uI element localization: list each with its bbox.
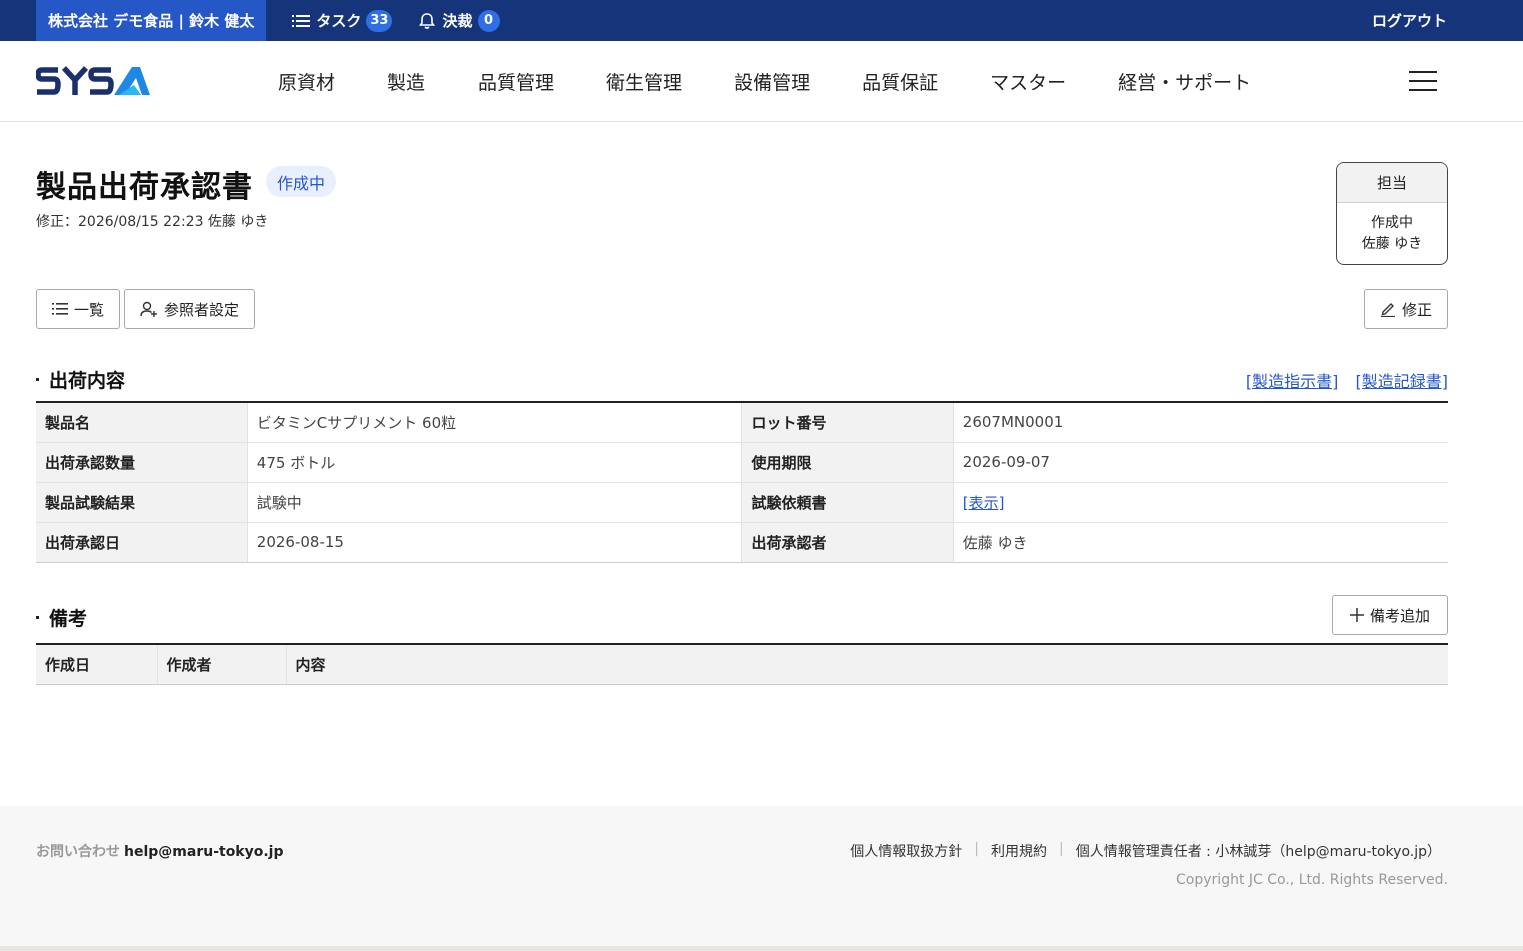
shipping-section-title: 出荷内容 (36, 366, 125, 393)
hamburger-menu-icon[interactable] (1409, 71, 1437, 91)
assignee-name: 佐藤 ゆき (1361, 236, 1423, 252)
contact-label: お問い合わせ (36, 844, 120, 860)
list-button[interactable]: 一覧 (36, 289, 120, 329)
modified-info: 修正：2026/08/15 22:23 佐藤 ゆき (36, 214, 269, 230)
assignee-header: 担当 (1337, 163, 1447, 203)
assignee-box: 担当 作成中 佐藤 ゆき (1336, 162, 1448, 265)
copyright: Copyright JC Co., Ltd. Rights Reserved. (1176, 872, 1448, 888)
privacy-policy-link[interactable]: 個人情報取扱方針 (850, 841, 962, 861)
pencil-icon (1380, 303, 1395, 317)
tasks-count-badge: 33 (366, 9, 393, 32)
col-author: 作成者 (157, 644, 287, 685)
main-nav: 原資材 製造 品質管理 衛生管理 設備管理 品質保証 マスター 経営・サポート (278, 68, 1251, 95)
lot-number-value: 2607MN0001 (953, 402, 1448, 443)
test-request-label: 試験依頼書 (741, 482, 954, 523)
edit-button[interactable]: 修正 (1364, 289, 1448, 329)
top-bar: 株式会社 デモ食品 | 鈴木 健太 タスク 33 決裁 0 ログアウト (0, 0, 1523, 41)
approver-label: 出荷承認者 (741, 522, 954, 563)
table-row: 製品試験結果 試験中 試験依頼書 [表示] (36, 482, 1448, 523)
approved-quantity-value: 475 ボトル (247, 442, 743, 483)
divider: | (1059, 841, 1064, 857)
approval-date-label: 出荷承認日 (36, 522, 248, 563)
plus-icon (1349, 608, 1364, 622)
product-name-label: 製品名 (36, 402, 248, 443)
footer-links: 個人情報取扱方針 | 利用規約 | 個人情報管理責任者 : 小林誠芽（help@… (850, 841, 1441, 861)
col-content: 内容 (286, 644, 1448, 685)
approved-quantity-label: 出荷承認数量 (36, 442, 248, 483)
viewers-settings-label: 参照者設定 (163, 300, 239, 319)
tasks-label: タスク (316, 12, 362, 30)
list-button-label: 一覧 (73, 300, 104, 319)
table-row: 出荷承認日 2026-08-15 出荷承認者 佐藤 ゆき (36, 522, 1448, 563)
table-header-row: 作成日 作成者 内容 (36, 644, 1448, 685)
table-row: 出荷承認数量 475 ボトル 使用期限 2026-09-07 (36, 442, 1448, 483)
remarks-section-title: 備考 (36, 604, 87, 631)
page-title: 製品出荷承認書 (36, 170, 253, 205)
nav-master[interactable]: マスター (990, 68, 1066, 95)
list-icon (292, 14, 311, 27)
manufacturing-record-link[interactable]: [製造記録書] (1356, 372, 1449, 391)
status-badge: 作成中 (266, 166, 337, 197)
privacy-manager-info: 個人情報管理責任者 : 小林誠芽（help@maru-tokyo.jp） (1075, 844, 1441, 860)
bullet-icon (36, 378, 39, 381)
logout-link[interactable]: ログアウト (1372, 0, 1447, 41)
approver-value: 佐藤 ゆき (953, 522, 1448, 563)
table-row: 製品名 ビタミンCサプリメント 60粒 ロット番号 2607MN0001 (36, 402, 1448, 443)
list-icon (51, 303, 68, 315)
terms-link[interactable]: 利用規約 (991, 841, 1047, 861)
manufacturing-instruction-link[interactable]: [製造指示書] (1246, 372, 1339, 391)
company-user-label: 株式会社 デモ食品 | 鈴木 健太 (36, 0, 267, 41)
viewers-settings-button[interactable]: 参照者設定 (124, 289, 255, 329)
nav-sanitation[interactable]: 衛生管理 (606, 68, 682, 95)
sysa-logo[interactable] (35, 65, 152, 101)
approvals-link[interactable]: 決裁 0 (418, 9, 500, 32)
footer: お問い合わせ help@maru-tokyo.jp 個人情報取扱方針 | 利用規約… (0, 806, 1523, 946)
col-created-date: 作成日 (36, 644, 158, 685)
test-result-label: 製品試験結果 (36, 482, 248, 523)
product-name-value: ビタミンCサプリメント 60粒 (247, 402, 743, 443)
assignee-status: 作成中 (1371, 215, 1413, 231)
add-remark-button[interactable]: 備考追加 (1332, 595, 1448, 635)
approvals-count-badge: 0 (477, 9, 500, 32)
divider: | (974, 841, 979, 857)
nav-quality-control[interactable]: 品質管理 (478, 68, 554, 95)
nav-quality-assurance[interactable]: 品質保証 (862, 68, 938, 95)
edit-button-label: 修正 (1401, 300, 1432, 319)
contact-info: お問い合わせ help@maru-tokyo.jp (36, 841, 284, 861)
add-remark-label: 備考追加 (1369, 606, 1430, 625)
approvals-label: 決裁 (442, 12, 473, 30)
lot-number-label: ロット番号 (741, 402, 954, 443)
main-header: 原資材 製造 品質管理 衛生管理 設備管理 品質保証 マスター 経営・サポート (0, 41, 1523, 122)
nav-raw-materials[interactable]: 原資材 (278, 68, 335, 95)
approval-date-value: 2026-08-15 (247, 522, 743, 563)
shipping-section-label: 出荷内容 (49, 370, 126, 392)
test-request-view-link[interactable]: [表示] (963, 494, 1005, 512)
expiry-date-value: 2026-09-07 (953, 442, 1448, 483)
nav-management-support[interactable]: 経営・サポート (1118, 68, 1251, 95)
expiry-date-label: 使用期限 (741, 442, 954, 483)
user-plus-icon (140, 301, 157, 317)
bullet-icon (36, 616, 39, 619)
remarks-section-label: 備考 (49, 608, 88, 630)
bottom-strip (0, 946, 1523, 951)
nav-equipment[interactable]: 設備管理 (734, 68, 810, 95)
tasks-link[interactable]: タスク 33 (292, 9, 393, 32)
document-links: [製造指示書] [製造記録書] (1234, 368, 1448, 392)
test-result-value: 試験中 (247, 482, 743, 523)
contact-email[interactable]: help@maru-tokyo.jp (124, 844, 284, 860)
shipping-info-table: 製品名 ビタミンCサプリメント 60粒 ロット番号 2607MN0001 出荷承… (36, 401, 1448, 563)
bell-icon (419, 12, 436, 29)
nav-manufacturing[interactable]: 製造 (387, 68, 425, 95)
remarks-table: 作成日 作成者 内容 (36, 643, 1448, 685)
